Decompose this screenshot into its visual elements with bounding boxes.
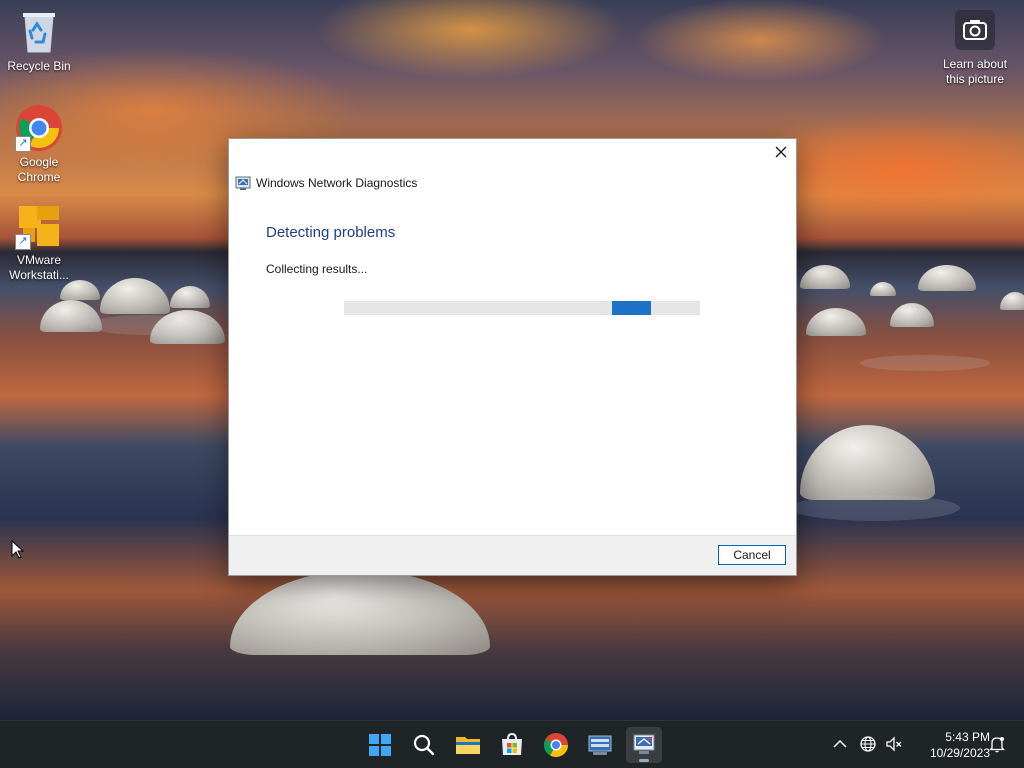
desktop-icon-label: Google Chrome — [17, 155, 61, 184]
notification-bell-icon — [988, 737, 1006, 753]
search-icon — [413, 734, 435, 756]
on-screen-keyboard-icon — [588, 735, 612, 755]
status-text: Collecting results... — [266, 262, 368, 276]
close-icon — [775, 146, 787, 158]
chrome-icon — [543, 733, 568, 758]
clock-time: 5:43 PM — [945, 730, 990, 744]
network-diagnostics-icon — [633, 734, 655, 754]
desktop-icon-label: Recycle Bin — [7, 59, 71, 73]
shortcut-arrow-icon: ↗ — [15, 234, 31, 250]
start-button[interactable] — [362, 727, 398, 763]
desktop-icon-label: VMware Workstati... — [9, 253, 69, 282]
dialog-title-bar: Windows Network Diagnostics — [235, 175, 417, 191]
microsoft-store-button[interactable] — [494, 727, 530, 763]
camera-icon — [955, 10, 995, 50]
active-app-indicator — [639, 759, 649, 762]
learn-about-label: Learn about this picture — [942, 57, 1008, 86]
desktop-icon-recycle-bin[interactable]: Recycle Bin — [1, 8, 77, 74]
clock-date: 10/29/2023 — [929, 746, 990, 760]
globe-network-icon — [860, 736, 876, 752]
desktop-icon-google-chrome[interactable]: ↗ Google Chrome — [1, 104, 77, 185]
file-explorer-button[interactable] — [450, 727, 486, 763]
taskbar: 5:43 PM 10/29/2023 — [0, 720, 1024, 768]
mouse-cursor-icon — [11, 540, 25, 559]
start-icon — [369, 734, 391, 756]
learn-about-picture[interactable]: Learn about this picture — [934, 10, 1016, 87]
chevron-up-icon — [833, 739, 847, 748]
progress-indicator — [612, 301, 651, 315]
dialog-title: Windows Network Diagnostics — [256, 176, 418, 190]
network-diagnostics-dialog: Windows Network Diagnostics Detecting pr… — [228, 138, 797, 576]
network-diagnostics-icon — [235, 176, 251, 190]
file-explorer-icon — [456, 737, 480, 754]
notifications-button[interactable] — [987, 734, 1007, 754]
desktop-icon-vmware[interactable]: ↗ VMware Workstati... — [1, 202, 77, 283]
cancel-button[interactable]: Cancel — [718, 545, 786, 565]
dialog-footer: Cancel — [229, 535, 796, 575]
volume-button[interactable] — [884, 734, 904, 754]
recycle-bin-icon — [15, 8, 63, 56]
speaker-muted-icon — [886, 736, 902, 752]
dialog-heading: Detecting problems — [266, 224, 396, 241]
chrome-taskbar-button[interactable] — [538, 727, 574, 763]
vmware-icon: ↗ — [15, 202, 63, 250]
system-clock[interactable]: 5:43 PM 10/29/2023 — [904, 729, 990, 761]
microsoft-store-icon — [502, 732, 522, 755]
shortcut-arrow-icon: ↗ — [15, 136, 31, 152]
show-hidden-icons-button[interactable] — [830, 734, 850, 754]
chrome-icon: ↗ — [15, 104, 63, 152]
network-status-button[interactable] — [858, 734, 878, 754]
on-screen-keyboard-button[interactable] — [582, 727, 618, 763]
progress-bar — [344, 301, 700, 315]
close-button[interactable] — [766, 139, 796, 167]
network-diagnostics-taskbar-button[interactable] — [626, 727, 662, 763]
search-button[interactable] — [406, 727, 442, 763]
